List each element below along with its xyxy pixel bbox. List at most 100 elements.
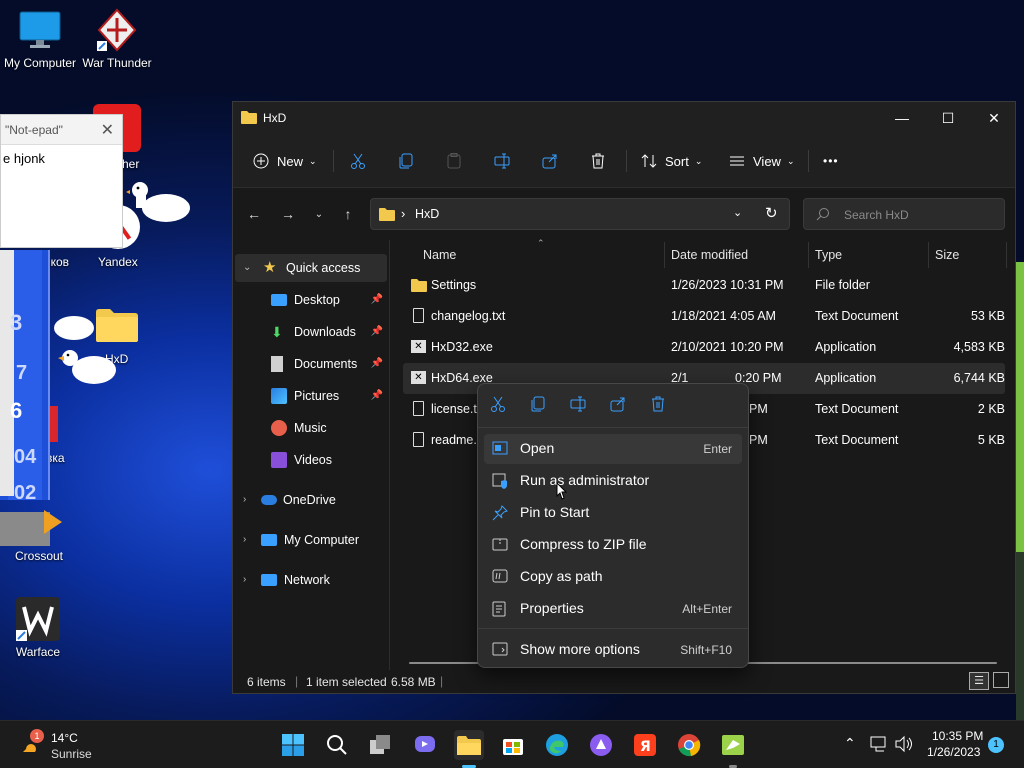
sidebar-item-documents[interactable]: Documents 📌 <box>233 350 389 378</box>
menu-item-copy-as-path[interactable]: Copy as path <box>484 562 742 592</box>
title-bar[interactable]: HxD — ☐ ✕ <box>233 102 1015 134</box>
alice-button[interactable] <box>586 730 616 760</box>
chrome-button[interactable] <box>674 730 704 760</box>
column-type[interactable]: Type <box>815 248 842 262</box>
video-icon <box>271 452 287 468</box>
file-size: 4,583 KB <box>953 340 1005 354</box>
details-view-icon[interactable]: ☰ <box>969 672 989 690</box>
desktop-icon-war-thunder[interactable]: War Thunder <box>77 8 157 70</box>
column-size[interactable]: Size <box>935 248 959 262</box>
edge-button[interactable] <box>542 730 572 760</box>
chat-button[interactable] <box>410 730 440 760</box>
chevron-right-icon[interactable]: › <box>243 574 246 585</box>
notepad-window[interactable]: "Not-epad" ✕ e hjonk <box>0 114 123 248</box>
forward-arrow-icon[interactable]: → <box>276 204 300 224</box>
clock-time[interactable]: 10:35 PM <box>932 729 983 743</box>
clock-date[interactable]: 1/26/2023 <box>927 745 980 759</box>
sidebar-item-quick-access[interactable]: ⌄ ★ Quick access <box>235 254 387 282</box>
chevron-right-icon[interactable]: › <box>243 494 246 505</box>
notepad-tab[interactable]: "Not-epad" ✕ <box>1 115 122 145</box>
store-button[interactable] <box>498 730 528 760</box>
trash-icon[interactable] <box>650 396 672 418</box>
column-divider[interactable] <box>1006 242 1007 268</box>
breadcrumb[interactable]: HxD <box>415 207 439 221</box>
file-row-hxd32[interactable]: ✕ HxD32.exe 2/10/2021 10:20 PM Applicati… <box>403 332 1005 363</box>
cut-button[interactable] <box>350 146 366 176</box>
file-row-changelog[interactable]: changelog.txt 1/18/2021 4:05 AM Text Doc… <box>403 301 1005 332</box>
sidebar-item-my-computer[interactable]: › My Computer <box>233 526 389 554</box>
minimize-button[interactable]: — <box>879 102 925 134</box>
maximize-button[interactable]: ☐ <box>925 102 971 134</box>
sidebar-item-videos[interactable]: Videos <box>233 446 389 474</box>
menu-item-open[interactable]: Open Enter <box>484 434 742 464</box>
address-bar[interactable]: › HxD ⌄ ↻ <box>370 198 790 230</box>
crossout-icon[interactable] <box>44 510 62 534</box>
search-input[interactable]: Search HxD <box>803 198 1005 230</box>
pin-icon[interactable]: 📌 <box>371 390 383 401</box>
column-name[interactable]: Name <box>423 248 456 262</box>
weather-widget[interactable]: 1 14°C Sunrise <box>18 729 108 763</box>
menu-item-run-as-administrator[interactable]: Run as administrator <box>484 466 742 496</box>
column-divider[interactable] <box>664 242 665 268</box>
side-digit: 7 <box>16 362 28 384</box>
goose-icon <box>50 310 116 393</box>
sidebar-item-label: My Computer <box>284 533 360 547</box>
column-date[interactable]: Date modified <box>671 248 748 262</box>
scissors-icon[interactable] <box>490 396 512 418</box>
refresh-icon[interactable]: ↻ <box>765 204 778 222</box>
up-arrow-icon[interactable]: ↑ <box>336 204 360 224</box>
paste-button[interactable] <box>446 146 462 176</box>
share-button[interactable] <box>542 146 558 176</box>
sort-button[interactable]: Sort ⌄ <box>641 146 702 176</box>
pin-icon[interactable]: 📌 <box>371 358 383 369</box>
tiles-view-icon[interactable] <box>993 672 1009 688</box>
chevron-right-icon[interactable]: › <box>243 534 246 545</box>
new-button[interactable]: New ⌄ <box>253 146 317 176</box>
notification-count-badge[interactable]: 1 <box>988 737 1004 753</box>
copy-icon[interactable] <box>530 396 552 418</box>
search-button[interactable] <box>322 730 352 760</box>
copy-button[interactable] <box>398 146 414 176</box>
column-divider[interactable] <box>808 242 809 268</box>
close-button[interactable]: ✕ <box>971 102 1017 134</box>
file-type: Text Document <box>815 309 899 323</box>
yandex-browser-button[interactable]: Я <box>630 730 660 760</box>
menu-item-compress-zip[interactable]: Compress to ZIP file <box>484 530 742 560</box>
sidebar-item-music[interactable]: Music <box>233 414 389 442</box>
file-row-settings[interactable]: Settings 1/26/2023 10:31 PM File folder <box>403 270 1005 301</box>
sidebar-item-onedrive[interactable]: › OneDrive <box>233 486 389 514</box>
menu-item-properties[interactable]: Properties Alt+Enter <box>484 594 742 624</box>
task-view-button[interactable] <box>366 730 396 760</box>
sidebar-item-network[interactable]: › Network <box>233 566 389 594</box>
sidebar-item-downloads[interactable]: ⬇ Downloads 📌 <box>233 318 389 346</box>
sidebar-item-pictures[interactable]: Pictures 📌 <box>233 382 389 410</box>
clipboard-icon <box>447 153 461 169</box>
desktop-icon-warface[interactable]: Warface <box>0 597 78 659</box>
view-button[interactable]: View ⌄ <box>729 146 795 176</box>
close-icon[interactable]: ✕ <box>101 120 114 140</box>
column-divider[interactable] <box>928 242 929 268</box>
desktop-icon-my-computer[interactable]: My Computer <box>0 8 80 70</box>
notepad-text[interactable]: e hjonk <box>3 151 45 166</box>
folder-icon <box>241 110 257 127</box>
start-button[interactable] <box>278 730 308 760</box>
pin-icon[interactable]: 📌 <box>371 294 383 305</box>
show-hidden-icons-button[interactable]: ⌃ <box>844 735 856 752</box>
recent-chevron-icon[interactable]: ⌄ <box>307 204 331 224</box>
rename-icon[interactable] <box>570 396 592 418</box>
menu-item-pin-to-start[interactable]: Pin to Start <box>484 498 742 528</box>
pin-icon[interactable]: 📌 <box>371 326 383 337</box>
menu-item-show-more-options[interactable]: Show more options Shift+F10 <box>484 635 742 665</box>
delete-button[interactable] <box>590 146 606 176</box>
more-options-button[interactable]: ••• <box>823 146 839 176</box>
address-dropdown-icon[interactable]: ⌄ <box>733 206 742 219</box>
chevron-down-icon[interactable]: ⌄ <box>243 262 251 273</box>
network-icon[interactable] <box>870 735 888 756</box>
goose-app-button[interactable] <box>718 730 748 760</box>
file-explorer-taskbar-button[interactable] <box>454 730 484 760</box>
share-icon[interactable] <box>610 396 632 418</box>
back-arrow-icon[interactable]: ← <box>242 204 266 224</box>
sidebar-item-desktop[interactable]: Desktop 📌 <box>233 286 389 314</box>
rename-button[interactable] <box>494 146 510 176</box>
volume-icon[interactable] <box>894 735 914 756</box>
